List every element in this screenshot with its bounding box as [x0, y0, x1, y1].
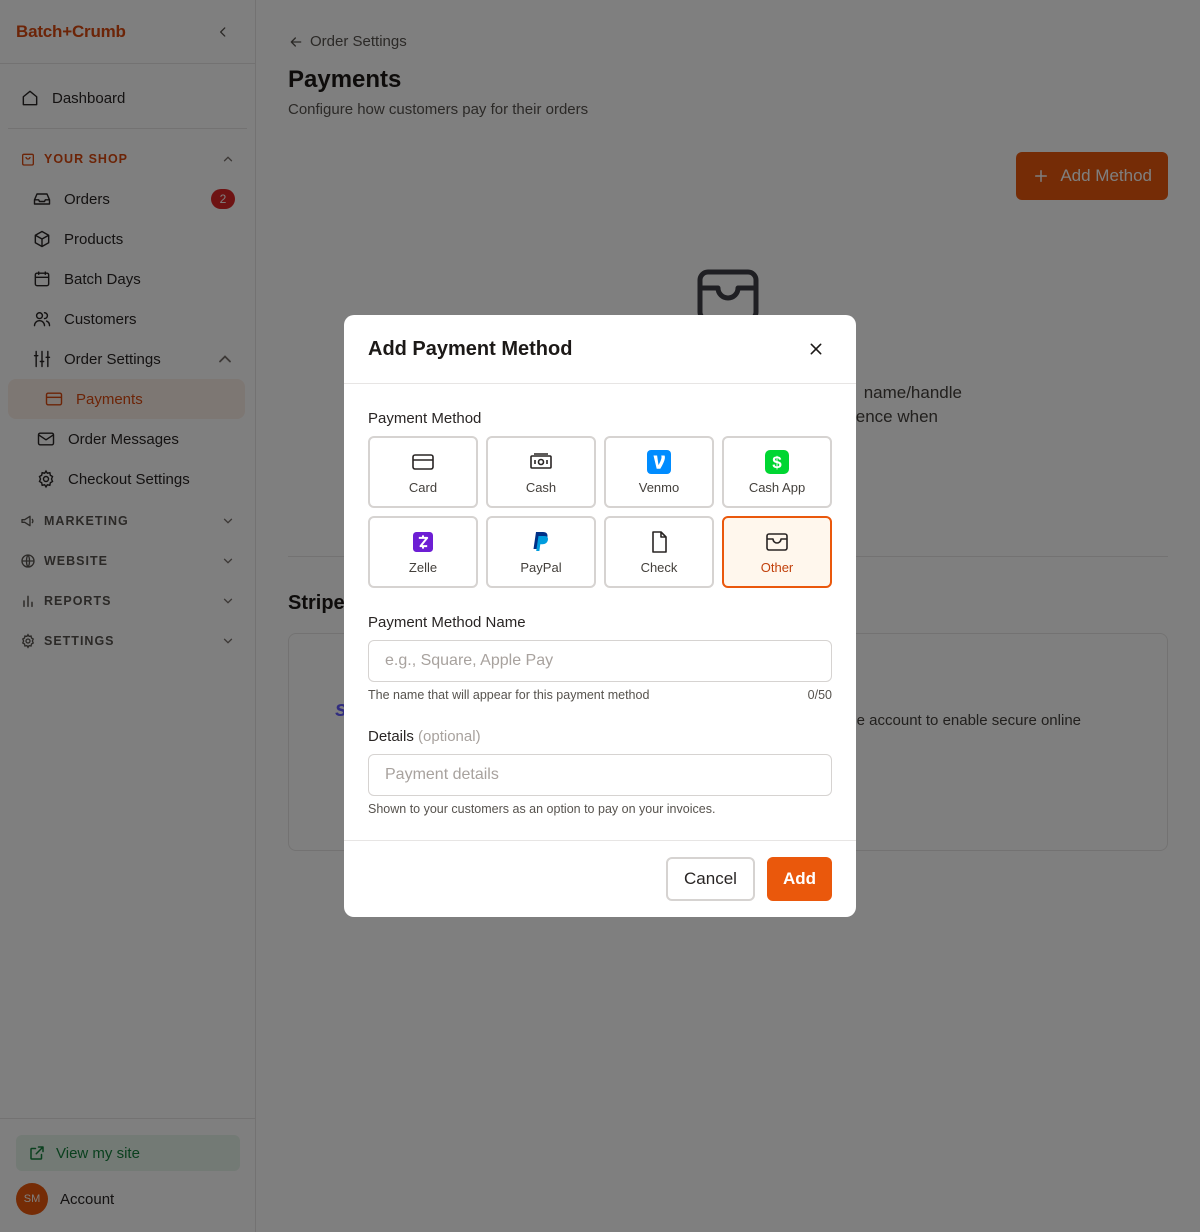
wallet-icon	[766, 532, 788, 551]
optional-tag: (optional)	[418, 728, 481, 745]
modal-footer: Cancel Add	[344, 840, 856, 917]
modal-body: Payment Method Card Cash Venmo $ Cash Ap…	[344, 384, 856, 840]
name-char-counter: 0/50	[807, 688, 832, 702]
payment-method-name-input[interactable]	[368, 640, 832, 682]
option-check[interactable]: Check	[604, 516, 714, 588]
option-label: Check	[640, 559, 678, 575]
details-label: Details (optional)	[368, 728, 481, 745]
option-zelle[interactable]: Zelle	[368, 516, 478, 588]
option-other[interactable]: Other	[722, 516, 832, 588]
option-paypal[interactable]: PayPal	[486, 516, 596, 588]
add-button[interactable]: Add	[766, 857, 832, 901]
cancel-button[interactable]: Cancel	[666, 857, 755, 901]
option-cash[interactable]: Cash	[486, 436, 596, 508]
option-label: Cash	[525, 479, 557, 495]
option-label: Zelle	[408, 559, 438, 575]
option-label: PayPal	[520, 559, 562, 575]
zelle-icon	[413, 531, 433, 552]
details-help-text: Shown to your customers as an option to …	[368, 802, 716, 816]
add-payment-method-dialog: Add Payment Method Payment Method Card C…	[344, 315, 856, 917]
cash-icon	[530, 452, 552, 469]
venmo-icon	[647, 449, 671, 474]
payment-method-name-label: Payment Method Name	[368, 614, 526, 631]
details-label-text: Details	[368, 728, 414, 745]
option-label: Card	[408, 479, 438, 495]
payment-method-label: Payment Method	[368, 410, 482, 427]
card-icon	[412, 453, 434, 470]
close-icon	[810, 343, 822, 355]
option-card[interactable]: Card	[368, 436, 478, 508]
option-label: Venmo	[638, 479, 680, 495]
option-venmo[interactable]: Venmo	[604, 436, 714, 508]
payment-method-options: Card Cash Venmo $ Cash App Zelle PayPal	[368, 436, 832, 588]
option-label: Cash App	[748, 479, 806, 495]
close-button[interactable]	[806, 339, 826, 359]
modal-title: Add Payment Method	[368, 337, 573, 360]
option-cash-app[interactable]: $ Cash App	[722, 436, 832, 508]
modal-header: Add Payment Method	[344, 315, 856, 384]
check-icon	[652, 530, 667, 553]
svg-text:$: $	[772, 453, 782, 472]
cashapp-icon: $	[765, 449, 789, 474]
name-help-text: The name that will appear for this payme…	[368, 688, 650, 702]
option-label: Other	[760, 559, 794, 575]
payment-details-input[interactable]	[368, 754, 832, 796]
paypal-icon	[533, 531, 549, 551]
